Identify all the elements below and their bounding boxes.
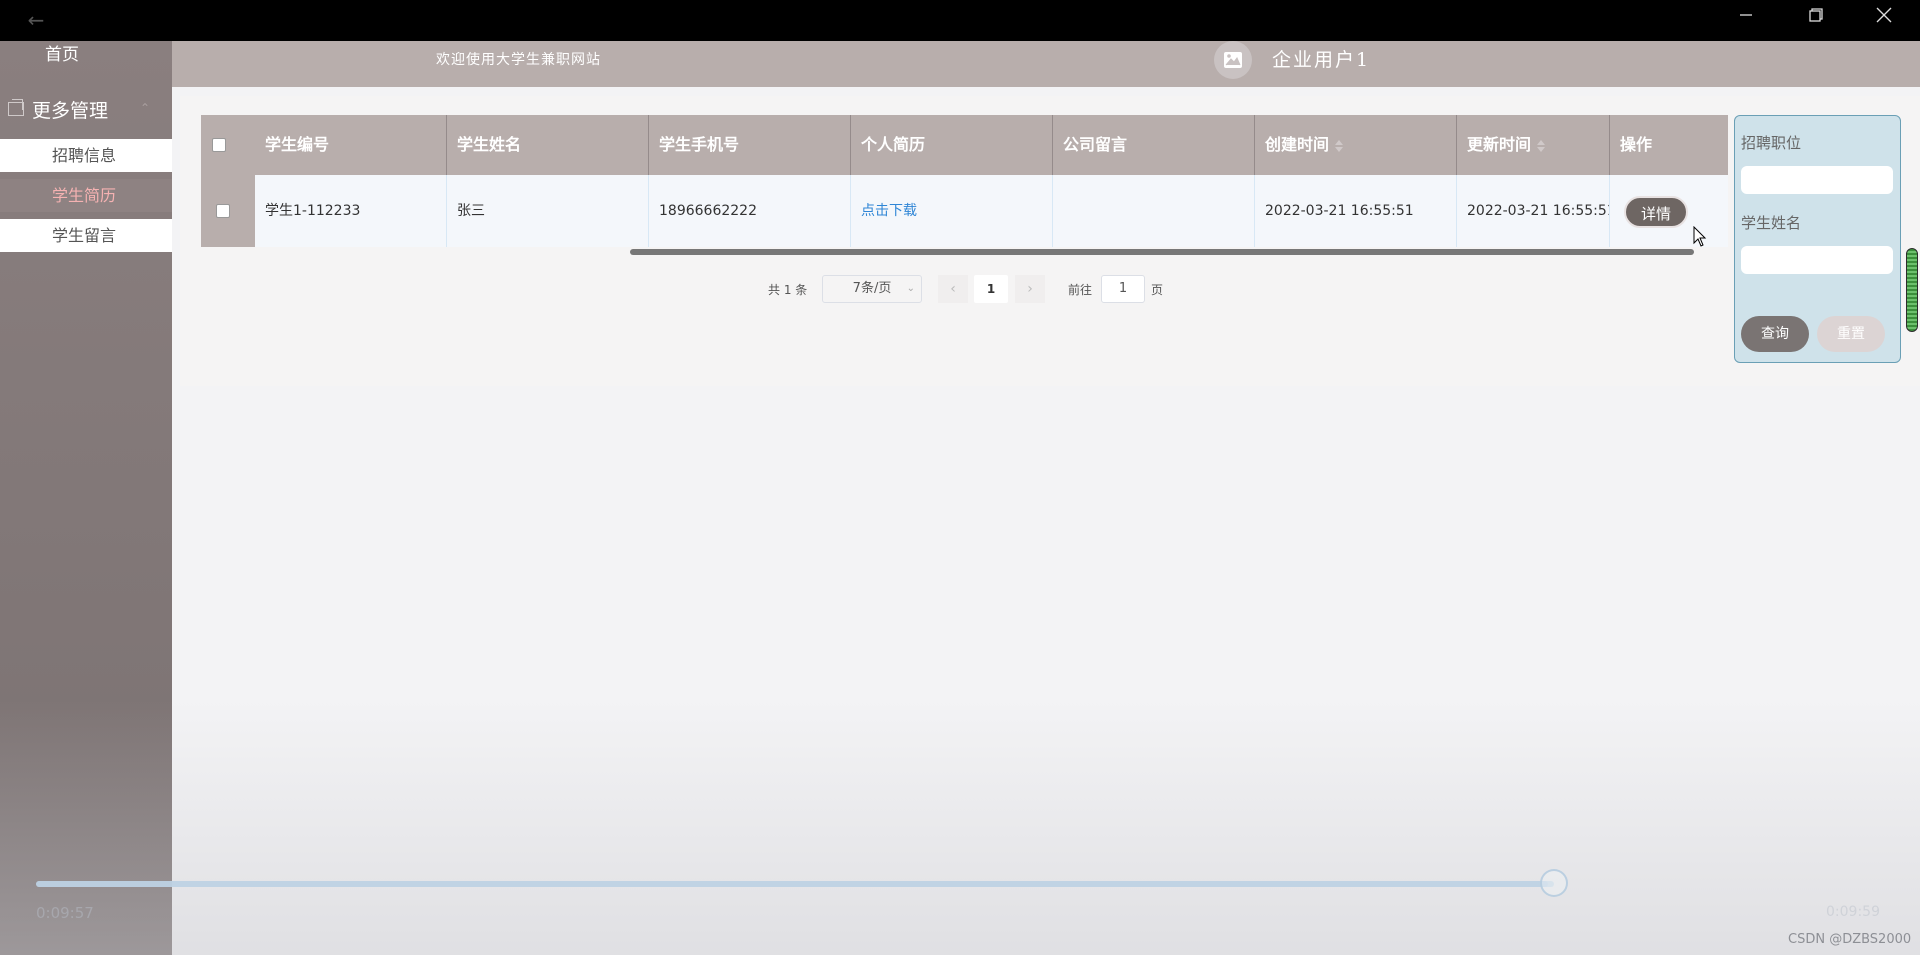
copy-icon <box>8 99 24 116</box>
cell-company-message <box>1053 175 1255 247</box>
video-duration: 0:09:59 <box>1826 904 1880 920</box>
select-all-checkbox[interactable] <box>212 138 226 152</box>
horizontal-scrollbar[interactable] <box>630 249 1694 255</box>
username[interactable]: 企业用户1 <box>1272 45 1370 72</box>
page-size-select[interactable]: 7条/页 ⌄ <box>822 275 922 303</box>
video-progress-knob[interactable] <box>1540 869 1568 897</box>
chevron-down-icon: ⌄ <box>906 283 915 294</box>
column-header-actions: 操作 <box>1620 135 1653 154</box>
column-header-phone: 学生手机号 <box>649 115 851 175</box>
chevron-up-icon: ⌃ <box>139 101 150 115</box>
title-bar: ← <box>0 0 1920 41</box>
image-icon <box>1224 52 1242 68</box>
avatar[interactable] <box>1214 41 1252 79</box>
pagination-total: 共 1 条 <box>768 283 808 297</box>
sidebar-group-label: 更多管理 <box>32 99 109 122</box>
sidebar: 首页 更多管理 ⌃ 招聘信息 学生简历 学生留言 <box>0 41 172 955</box>
next-page-button[interactable]: › <box>1015 275 1045 303</box>
goto-page-input[interactable]: 1 <box>1101 275 1145 303</box>
page-size-value: 7条/页 <box>852 281 892 296</box>
sidebar-group-more-management[interactable]: 更多管理 ⌃ <box>0 93 172 125</box>
resume-download-link[interactable]: 点击下载 <box>851 175 1053 247</box>
video-overlay <box>0 700 1920 955</box>
current-page-number[interactable]: 1 <box>974 275 1008 303</box>
position-label: 招聘职位 <box>1741 134 1802 152</box>
video-elapsed-time: 0:09:57 <box>36 904 94 922</box>
reset-button[interactable]: 重置 <box>1817 316 1885 352</box>
column-header-created-label: 创建时间 <box>1265 135 1330 154</box>
restore-icon[interactable] <box>1786 0 1846 30</box>
checkbox-column <box>201 115 255 247</box>
position-input[interactable] <box>1741 166 1893 194</box>
vertical-scrollbar[interactable] <box>1906 248 1918 332</box>
watermark: CSDN @DZBS2000 <box>1788 932 1912 947</box>
column-header-resume: 个人简历 <box>851 115 1053 175</box>
video-progress-bar[interactable] <box>36 881 1554 887</box>
column-header-company-message: 公司留言 <box>1053 115 1255 175</box>
top-header: 欢迎使用大学生兼职网站 企业用户1 <box>172 41 1920 87</box>
close-icon[interactable] <box>1854 0 1914 30</box>
page-unit-label: 页 <box>1151 283 1164 297</box>
cell-phone: 18966662222 <box>649 175 851 247</box>
goto-label: 前往 <box>1068 283 1093 297</box>
column-header-updated-time[interactable]: 更新时间 <box>1457 115 1610 175</box>
sidebar-item-home[interactable]: 首页 <box>0 41 172 69</box>
column-header-created-time[interactable]: 创建时间 <box>1255 115 1457 175</box>
query-button[interactable]: 查询 <box>1741 316 1809 352</box>
sort-icon[interactable] <box>1537 139 1546 153</box>
prev-page-button[interactable]: ‹ <box>938 275 968 303</box>
student-name-input[interactable] <box>1741 246 1893 274</box>
cell-student-name: 张三 <box>447 175 649 247</box>
minimize-icon[interactable] <box>1716 0 1776 30</box>
sidebar-item-student-resume[interactable]: 学生简历 <box>0 179 172 212</box>
mouse-cursor-icon <box>1693 226 1707 247</box>
table-row: 学生1-112233 张三 18966662222 点击下载 2022-03-2… <box>201 175 1728 247</box>
search-panel: 招聘职位 学生姓名 查询 重置 <box>1734 115 1901 363</box>
arrow-left-icon[interactable]: ← <box>22 6 50 34</box>
cell-updated-time: 2022-03-21 16:55:51 <box>1457 175 1610 247</box>
student-name-label: 学生姓名 <box>1741 214 1802 232</box>
column-header-student-id: 学生编号 <box>255 115 447 175</box>
detail-button[interactable]: 详情 <box>1624 196 1688 228</box>
row-checkbox[interactable] <box>216 204 230 218</box>
welcome-text: 欢迎使用大学生兼职网站 <box>436 52 601 68</box>
video-progress-fill <box>36 881 1548 887</box>
column-header-student-name: 学生姓名 <box>447 115 649 175</box>
sidebar-item-student-message[interactable]: 学生留言 <box>0 219 172 252</box>
table-header: 学生编号 学生姓名 学生手机号 个人简历 公司留言 创建时间 更新时间 操作 <box>201 115 1728 175</box>
sort-icon[interactable] <box>1335 139 1344 153</box>
sidebar-item-recruitment[interactable]: 招聘信息 <box>0 139 172 172</box>
cell-student-id: 学生1-112233 <box>255 175 447 247</box>
column-header-updated-label: 更新时间 <box>1467 135 1532 154</box>
cell-created-time: 2022-03-21 16:55:51 <box>1255 175 1457 247</box>
